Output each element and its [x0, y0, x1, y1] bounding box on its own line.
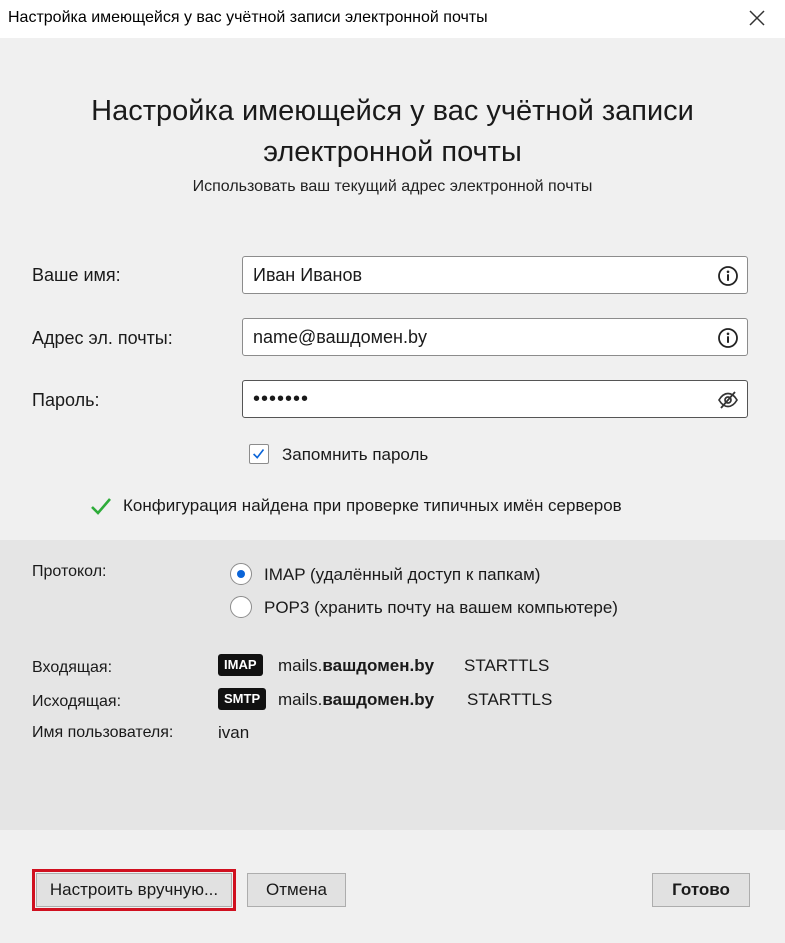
outgoing-host-prefix: mails.: [278, 690, 323, 709]
window-title: Настройка имеющейся у вас учётной записи…: [8, 9, 488, 26]
close-icon[interactable]: [745, 6, 769, 30]
page-title-line2: электронной почты: [263, 136, 522, 168]
incoming-label: Входящая:: [32, 659, 113, 676]
incoming-host-domain: вашдомен.by: [322, 656, 435, 675]
password-field-box: [242, 380, 748, 418]
pop3-radio[interactable]: [230, 596, 252, 618]
config-found-status: Конфигурация найдена при проверке типичн…: [123, 496, 622, 515]
smtp-badge: SMTP: [218, 688, 267, 710]
imap-radio-label[interactable]: IMAP (удалённый доступ к папкам): [264, 565, 540, 585]
highlight-frame: [32, 869, 236, 911]
imap-badge: IMAP: [218, 654, 263, 676]
checkmark-icon: [253, 449, 265, 459]
name-input[interactable]: [253, 257, 703, 293]
incoming-host-prefix: mails.: [278, 656, 323, 675]
incoming-security: STARTTLS: [464, 656, 550, 675]
outgoing-server: mails.вашдомен.by: [278, 690, 434, 710]
done-button[interactable]: Готово: [652, 873, 750, 907]
page-subtitle: Использовать ваш текущий адрес электронн…: [192, 178, 593, 195]
email-label: Адрес эл. почты:: [32, 328, 173, 348]
info-icon[interactable]: [717, 265, 739, 287]
page-title-line1: Настройка имеющейся у вас учётной записи: [91, 95, 694, 127]
username-value: ivan: [218, 723, 250, 742]
info-icon[interactable]: [717, 327, 739, 349]
email-input[interactable]: [253, 319, 703, 355]
remember-password-label[interactable]: Запомнить пароль: [282, 445, 428, 465]
incoming-server: mails.вашдомен.by: [278, 656, 434, 676]
name-field-box: [242, 256, 748, 294]
cancel-button[interactable]: Отмена: [247, 873, 346, 907]
imap-radio[interactable]: [230, 563, 252, 585]
protocol-label: Протокол:: [32, 563, 107, 580]
green-check-icon: [91, 498, 111, 515]
page-title: Настройка имеющейся у вас учётной записи…: [0, 91, 785, 173]
username-label: Имя пользователя:: [32, 724, 174, 741]
pop3-radio-label[interactable]: POP3 (хранить почту на вашем компьютере): [264, 598, 618, 618]
name-label: Ваше имя:: [32, 265, 121, 285]
password-label: Пароль:: [32, 390, 100, 410]
title-bar: Настройка имеющейся у вас учётной записи…: [0, 0, 785, 38]
email-field-box: [242, 318, 748, 356]
outgoing-host-domain: вашдомен.by: [322, 690, 435, 709]
eye-slash-icon[interactable]: [717, 389, 739, 411]
outgoing-label: Исходящая:: [32, 693, 122, 710]
password-input[interactable]: [253, 381, 703, 417]
remember-password-checkbox[interactable]: [249, 444, 269, 464]
outgoing-security: STARTTLS: [467, 690, 553, 709]
